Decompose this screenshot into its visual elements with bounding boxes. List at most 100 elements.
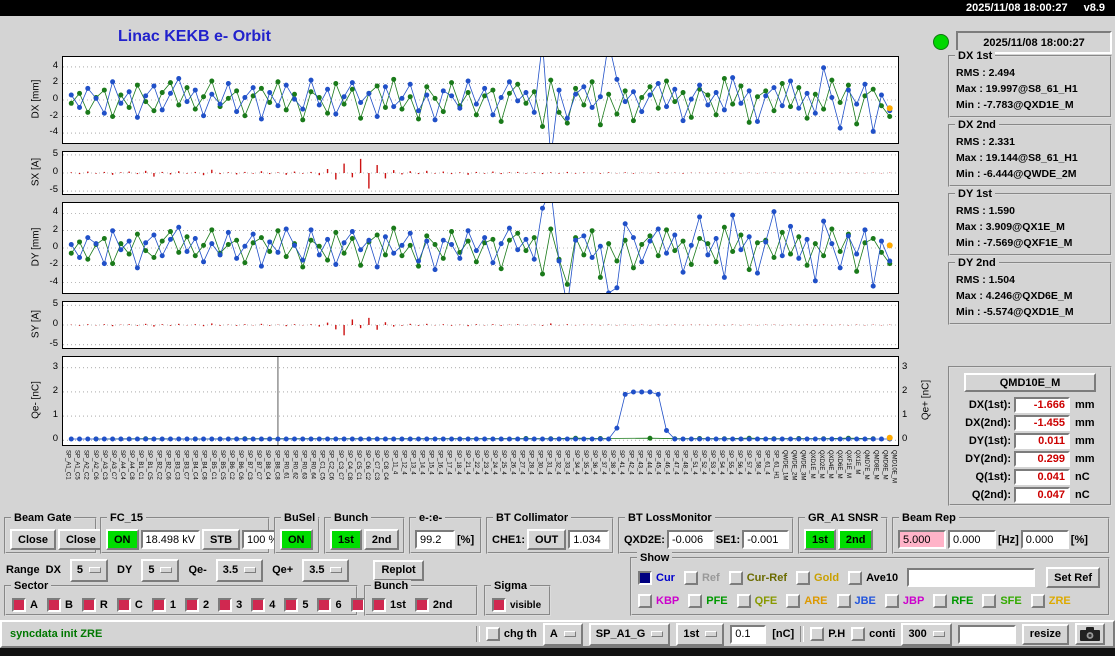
checkbox-sfe[interactable]: SFE: [982, 593, 1022, 608]
conti-checkbox[interactable]: conti: [851, 627, 895, 641]
ph-checkbox[interactable]: P.H: [810, 627, 845, 641]
checkbox-are[interactable]: ARE: [786, 593, 828, 608]
stat-frame: DX 1st RMS : 2.494 Max : 19.997@S8_61_H1 Mi…: [948, 50, 1112, 118]
checkbox-label: B: [64, 599, 73, 611]
che1-out-button[interactable]: OUT: [527, 529, 567, 550]
svg-text:SP_35_4: SP_35_4: [582, 450, 588, 475]
range-select-dy[interactable]: 5: [141, 558, 180, 582]
svg-text:SP_26_4: SP_26_4: [509, 450, 515, 475]
checkbox-label: JBE: [854, 594, 876, 607]
svg-text:SP_43_4: SP_43_4: [636, 450, 642, 475]
monitor-row: Q(1st): 0.041 nC: [953, 469, 1107, 485]
range-select-qe[interactable]: 3.5: [215, 558, 264, 582]
bpm-select-menu[interactable]: SP_A1_G: [588, 622, 671, 646]
checkbox-jbp[interactable]: JBP: [884, 593, 924, 608]
checkbox-3[interactable]: 3: [218, 598, 242, 612]
checkbox-2[interactable]: 2: [184, 598, 209, 612]
svg-text:SP_25_4: SP_25_4: [500, 450, 506, 475]
svg-text:SP_51_4: SP_51_4: [691, 450, 697, 475]
beam-gate-close-button-2[interactable]: Close: [57, 529, 104, 550]
checkbox-c[interactable]: C: [116, 598, 143, 612]
bunch-1st-button[interactable]: 1st: [330, 529, 362, 550]
checkbox-4[interactable]: 4: [251, 598, 275, 612]
qe-plus-axis-label: Qe+ [nC]: [920, 379, 932, 421]
chg-th-checkbox[interactable]: chg th: [485, 627, 537, 641]
svg-text:SP_24_4: SP_24_4: [491, 450, 497, 475]
screenshot-button[interactable]: [1075, 623, 1105, 645]
checkbox-a[interactable]: A: [12, 598, 38, 612]
beam-rep-readout-1: 0.000: [948, 530, 996, 549]
svg-text:SP_A1_C1: SP_A1_C1: [65, 450, 71, 480]
ee-ratio-readout: 99.2: [415, 530, 455, 549]
set-ref-button[interactable]: Set Ref: [1046, 567, 1101, 588]
checkbox-indicator: [851, 627, 866, 641]
stat-frame-title: DX 1st: [955, 50, 996, 62]
svg-text:SP_B3_C3: SP_B3_C3: [173, 450, 179, 480]
fc15-stb-button[interactable]: STB: [202, 529, 241, 550]
qxd2e-label: QXD2E:: [624, 533, 665, 546]
checkbox-zre[interactable]: ZRE: [1030, 593, 1071, 608]
checkbox-qfe[interactable]: QFE: [736, 593, 777, 608]
checkbox-pfe[interactable]: PFE: [688, 593, 728, 608]
monitor-panel: QMD10E_M DX(1st): -1.666 mm DX(2nd): -1.455 m…: [948, 366, 1112, 506]
checkbox-cur[interactable]: Cur: [638, 570, 675, 585]
gr-a1-1st-button[interactable]: 1st: [804, 529, 836, 550]
checkbox-5[interactable]: 5: [284, 598, 308, 612]
beam-gate-close-button-1[interactable]: Close: [10, 529, 56, 550]
svg-text:SP_46_4: SP_46_4: [664, 450, 670, 475]
range-select-dx[interactable]: 5: [69, 558, 109, 582]
checkbox-kbp[interactable]: KBP: [638, 593, 679, 608]
interval-select-menu[interactable]: 300: [901, 622, 952, 646]
replot-button[interactable]: Replot: [373, 559, 424, 581]
checkbox-indicator: [796, 570, 811, 585]
sector-select-menu[interactable]: A: [542, 622, 583, 646]
svg-text:QXD6E_M: QXD6E_M: [836, 450, 842, 479]
monitor-row-value: -1.455: [1014, 415, 1070, 431]
checkbox-gold[interactable]: Gold: [796, 570, 839, 585]
resize-button[interactable]: resize: [1021, 623, 1069, 645]
set-ref-input[interactable]: [907, 568, 1036, 587]
monitor-row-value: 0.041: [1014, 469, 1070, 485]
dy-axis-ticks: 4 2 0 -2 -4: [49, 206, 58, 287]
checkbox-r[interactable]: R: [81, 598, 108, 612]
show-row1: Cur Ref Cur-Ref Gold Ave10: [638, 570, 898, 585]
range-select-qe[interactable]: 3.5: [302, 558, 350, 582]
busel-on-button[interactable]: ON: [280, 529, 313, 550]
bt-collimator-frame: BT Collimator CHE1: OUT 1.034: [486, 512, 614, 554]
checkbox-visible[interactable]: visible: [492, 598, 541, 612]
sector-items: ABRC123456BT: [12, 598, 383, 612]
svg-text:SP_28_4: SP_28_4: [527, 450, 533, 475]
threshold-input[interactable]: 0.1: [730, 624, 767, 644]
fc15-on-button[interactable]: ON: [106, 529, 139, 550]
checkbox-b[interactable]: B: [46, 598, 73, 612]
gr-a1-2nd-button[interactable]: 2nd: [837, 529, 874, 550]
svg-text:SP_37_4: SP_37_4: [600, 450, 606, 475]
monitor-title-button[interactable]: QMD10E_M: [964, 373, 1096, 392]
camera-icon: [1080, 627, 1100, 641]
svg-text:SP_33_4: SP_33_4: [564, 450, 570, 475]
svg-text:SP_A2_C2: SP_A2_C2: [83, 450, 89, 480]
checkbox-ave10[interactable]: Ave10: [848, 570, 898, 585]
checkbox-2nd[interactable]: 2nd: [414, 598, 452, 612]
monitor-row-unit: nC: [1075, 489, 1090, 501]
checkbox-cur-ref[interactable]: Cur-Ref: [728, 570, 787, 585]
stat-line: RMS : 1.590: [956, 205, 1015, 217]
monitor-row-unit: nC: [1075, 471, 1090, 483]
bunch-select-menu[interactable]: 1st: [676, 622, 725, 646]
statusbar-input[interactable]: [957, 624, 1016, 644]
checkbox-rfe[interactable]: RFE: [933, 593, 973, 608]
checkbox-jbe[interactable]: JBE: [836, 593, 876, 608]
stat-line: Max : 19.144@S8_61_H1: [956, 152, 1078, 164]
show-row-1: Cur Ref Cur-Ref Gold Ave10 Set Ref: [638, 566, 1104, 589]
qe-plot: [62, 356, 899, 446]
checkbox-ref[interactable]: Ref: [683, 570, 720, 585]
bunch-2nd-button[interactable]: 2nd: [363, 529, 400, 550]
svg-text:SP_B5_C1: SP_B5_C1: [210, 450, 216, 480]
checkbox-1st[interactable]: 1st: [372, 598, 406, 612]
checkbox-indicator: [982, 593, 997, 608]
svg-text:SP_B7_C7: SP_B7_C7: [255, 450, 261, 480]
checkbox-indicator: [848, 570, 863, 585]
status-indicator: [933, 34, 949, 50]
checkbox-6[interactable]: 6: [317, 598, 342, 612]
checkbox-1[interactable]: 1: [151, 598, 176, 612]
